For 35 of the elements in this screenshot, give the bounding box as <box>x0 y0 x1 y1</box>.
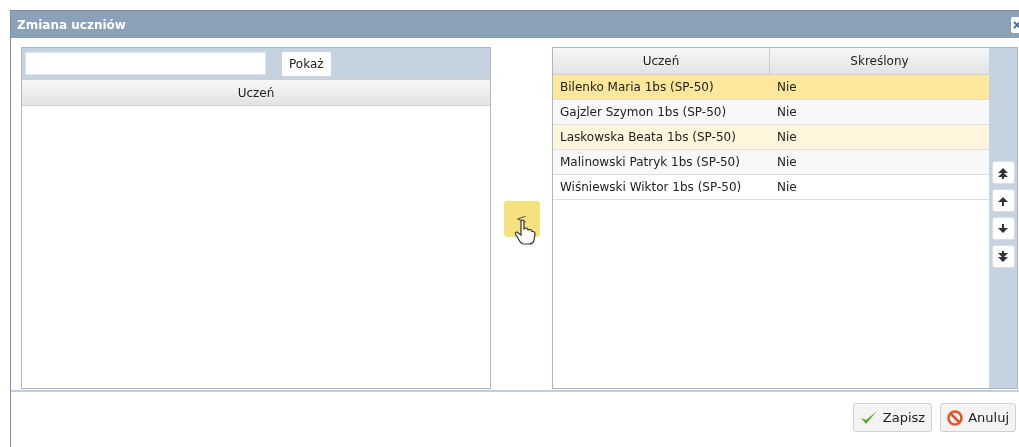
table-row[interactable]: Malinowski Patryk 1bs (SP-50) Nie <box>553 150 989 175</box>
column-header[interactable]: Uczeń <box>22 79 490 106</box>
table-cell-text: Wiśniewski Wiktor 1bs (SP-50) <box>559 179 743 196</box>
table-cell-text: Nie <box>776 104 797 121</box>
up-arrow-icon <box>997 194 1009 207</box>
window-title: Zmiana uczniów <box>17 16 126 34</box>
table-cell-text: Gajzler Szymon 1bs (SP-50) <box>559 104 728 121</box>
table-cell-text: Nie <box>776 154 797 171</box>
move-top-button[interactable] <box>991 161 1015 184</box>
table-cell-text: Bilenko Maria 1bs (SP-50) <box>559 79 715 96</box>
double-down-arrow-icon <box>997 250 1009 263</box>
cancel-button[interactable]: Anuluj <box>940 403 1016 432</box>
search-field[interactable] <box>25 52 266 75</box>
save-button[interactable]: Zapisz <box>852 403 933 432</box>
table-cell-text: Malinowski Patryk 1bs (SP-50) <box>559 154 741 171</box>
table-row[interactable]: Bilenko Maria 1bs (SP-50) Nie <box>553 75 989 100</box>
table-row[interactable]: Gajzler Szymon 1bs (SP-50) Nie <box>553 100 989 125</box>
column-header[interactable]: Uczeń <box>553 48 770 75</box>
prohibited-icon <box>947 409 964 426</box>
table-row[interactable]: Laskowska Beata 1bs (SP-50) Nie <box>553 125 989 150</box>
move-down-button[interactable] <box>991 217 1015 240</box>
move-up-button[interactable] <box>991 189 1015 212</box>
table-cell-text: Nie <box>776 79 797 96</box>
table-cell-text: Laskowska Beata 1bs (SP-50) <box>559 129 737 146</box>
move-bottom-button[interactable] <box>991 245 1015 268</box>
column-header[interactable]: Skreślony <box>770 48 989 75</box>
checkmark-icon <box>859 409 878 426</box>
table-cell-text: Nie <box>776 129 797 146</box>
close-button[interactable] <box>1011 16 1019 33</box>
show-button[interactable]: Pokaż <box>282 51 331 76</box>
down-arrow-icon <box>997 222 1009 235</box>
table-cell-text: Nie <box>776 179 797 196</box>
double-up-arrow-icon <box>997 166 1009 179</box>
close-icon <box>1013 20 1019 29</box>
hand-cursor-icon <box>513 218 536 245</box>
